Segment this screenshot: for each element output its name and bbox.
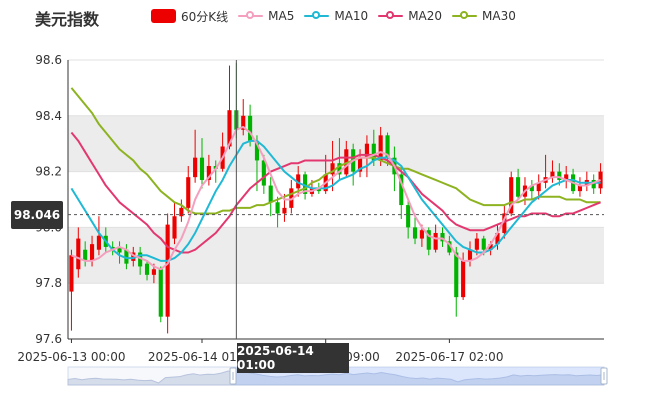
candle-body xyxy=(275,202,280,214)
candle xyxy=(158,266,163,323)
candle-body xyxy=(461,260,466,298)
candle-body xyxy=(481,238,486,250)
candle-body xyxy=(186,177,191,208)
candle-body xyxy=(144,263,150,275)
y-tick-label: 97.6 xyxy=(35,332,62,346)
candle-body xyxy=(282,207,287,214)
candle-body xyxy=(433,232,438,250)
candle-body xyxy=(467,249,473,261)
candle-body xyxy=(516,177,521,197)
candle-body xyxy=(261,160,266,186)
grid-band xyxy=(68,283,604,339)
y-axis: 97.697.898.098.298.498.6 xyxy=(35,53,69,346)
candle-body xyxy=(165,224,170,317)
candle-body xyxy=(268,185,273,203)
x-tick-label: 2025-06-13 00:00 xyxy=(17,350,125,364)
candle-body xyxy=(83,249,88,261)
grid-band xyxy=(68,60,604,116)
grid-band xyxy=(68,115,604,172)
candle-body xyxy=(158,269,163,317)
candle xyxy=(165,213,170,334)
candle-body xyxy=(454,252,459,298)
candle-body xyxy=(151,269,156,275)
candle-body xyxy=(412,227,418,239)
candle-body xyxy=(96,235,101,250)
x-pointer-label: 2025-06-14 01:00 xyxy=(237,343,349,373)
candle-body xyxy=(406,205,411,228)
y-tick-label: 98.2 xyxy=(35,165,62,179)
candle-body xyxy=(248,115,253,141)
y-tick-label: 98.6 xyxy=(35,53,62,67)
candle-body xyxy=(172,216,177,239)
candle-body xyxy=(69,255,74,292)
y-pointer-label: 98.046 xyxy=(11,201,63,229)
candle-body xyxy=(193,157,198,178)
y-tick-label: 97.8 xyxy=(35,276,62,290)
candle-body xyxy=(474,238,479,250)
candle-body xyxy=(76,238,81,270)
candle-body xyxy=(89,244,95,261)
y-tick-label: 98.4 xyxy=(35,109,62,123)
candlestick-chart[interactable]: 2025-06-13 00:00 2025-06-14 01:00 2025-06-… xyxy=(0,0,670,400)
x-tick-label: 2025-06-17 02:00 xyxy=(395,350,503,364)
candle-body xyxy=(199,157,205,180)
candle-body xyxy=(419,230,424,239)
